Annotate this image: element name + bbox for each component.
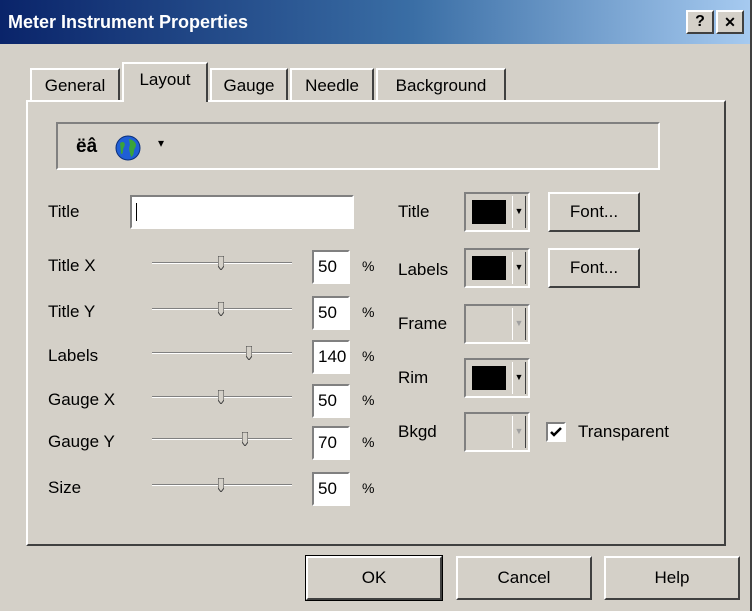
- slider-thumb[interactable]: [242, 432, 248, 446]
- gauge-x-input[interactable]: 50: [312, 384, 350, 418]
- tab-gauge[interactable]: Gauge: [210, 68, 288, 102]
- color-swatch: [472, 256, 506, 280]
- window-title: Meter Instrument Properties: [8, 12, 249, 32]
- labels-color-dropdown[interactable]: ▼: [464, 248, 530, 288]
- gauge-x-label: Gauge X: [48, 390, 116, 409]
- title-y-input[interactable]: 50: [312, 296, 350, 330]
- size-slider[interactable]: [152, 476, 292, 496]
- chevron-down-icon[interactable]: ▼: [512, 362, 526, 394]
- title-font-button[interactable]: Font...: [548, 192, 640, 232]
- title-bar: Meter Instrument Properties ? ✕: [0, 0, 750, 44]
- gauge-y-unit: %: [362, 434, 375, 450]
- labels-label: Labels: [48, 346, 99, 365]
- slider-thumb[interactable]: [218, 256, 224, 270]
- gauge-y-label: Gauge Y: [48, 432, 115, 451]
- title-label: Title: [48, 202, 80, 221]
- check-icon: [550, 427, 562, 437]
- title-x-slider[interactable]: [152, 254, 292, 274]
- labels-font-button[interactable]: Font...: [548, 248, 640, 288]
- bkgd-color-label: Bkgd: [398, 422, 437, 441]
- title-x-input[interactable]: 50: [312, 250, 350, 284]
- title-x-unit: %: [362, 258, 375, 274]
- title-x-label: Title X: [48, 256, 96, 275]
- tab-background[interactable]: Background: [376, 68, 506, 102]
- slider-thumb[interactable]: [218, 302, 224, 316]
- bkgd-color-dropdown[interactable]: ▼: [464, 412, 530, 452]
- help-button[interactable]: Help: [604, 556, 740, 600]
- labels-unit: %: [362, 348, 375, 364]
- gauge-x-unit: %: [362, 392, 375, 408]
- slider-track: [152, 352, 292, 354]
- cancel-button[interactable]: Cancel: [456, 556, 592, 600]
- help-icon[interactable]: ?: [686, 10, 714, 34]
- tab-needle[interactable]: Needle: [290, 68, 374, 102]
- layout-panel: ëâ ▾ Title Title X 50 % Title Y 50 % Lab…: [26, 100, 726, 546]
- color-swatch: [472, 366, 506, 390]
- title-input[interactable]: [130, 195, 354, 229]
- title-y-slider[interactable]: [152, 300, 292, 320]
- slider-track: [152, 438, 292, 440]
- chevron-down-icon[interactable]: ▾: [158, 136, 164, 150]
- tab-layout[interactable]: Layout: [122, 62, 208, 102]
- labels-input[interactable]: 140: [312, 340, 350, 374]
- chevron-down-icon[interactable]: ▼: [512, 308, 526, 340]
- size-label: Size: [48, 478, 82, 497]
- font-chars: ëâ: [76, 136, 98, 157]
- frame-color-label: Frame: [398, 314, 448, 333]
- labels-color-label: Labels: [398, 260, 449, 279]
- title-y-label: Title Y: [48, 302, 96, 321]
- gauge-y-slider[interactable]: [152, 430, 292, 450]
- properties-dialog: Meter Instrument Properties ? ✕ General …: [0, 0, 752, 611]
- title-y-unit: %: [362, 304, 375, 320]
- title-color-label: Title: [398, 202, 430, 221]
- size-input[interactable]: 50: [312, 472, 350, 506]
- size-unit: %: [362, 480, 375, 496]
- close-icon[interactable]: ✕: [716, 10, 744, 34]
- frame-color-dropdown[interactable]: ▼: [464, 304, 530, 344]
- ok-button[interactable]: OK: [305, 555, 443, 601]
- color-swatch: [472, 200, 506, 224]
- slider-thumb[interactable]: [218, 390, 224, 404]
- labels-slider[interactable]: [152, 344, 292, 364]
- text-caret: [136, 203, 137, 221]
- chevron-down-icon[interactable]: ▼: [512, 196, 526, 228]
- rim-color-label: Rim: [398, 368, 429, 387]
- chevron-down-icon[interactable]: ▼: [512, 252, 526, 284]
- chevron-down-icon[interactable]: ▼: [512, 416, 526, 448]
- language-toolbar: ëâ ▾: [56, 122, 660, 170]
- gauge-y-input[interactable]: 70: [312, 426, 350, 460]
- tab-general[interactable]: General: [30, 68, 120, 102]
- slider-thumb[interactable]: [246, 346, 252, 360]
- title-color-dropdown[interactable]: ▼: [464, 192, 530, 232]
- globe-icon[interactable]: [114, 134, 142, 167]
- transparent-label: Transparent: [578, 422, 670, 441]
- slider-thumb[interactable]: [218, 478, 224, 492]
- rim-color-dropdown[interactable]: ▼: [464, 358, 530, 398]
- gauge-x-slider[interactable]: [152, 388, 292, 408]
- transparent-checkbox[interactable]: [546, 422, 566, 442]
